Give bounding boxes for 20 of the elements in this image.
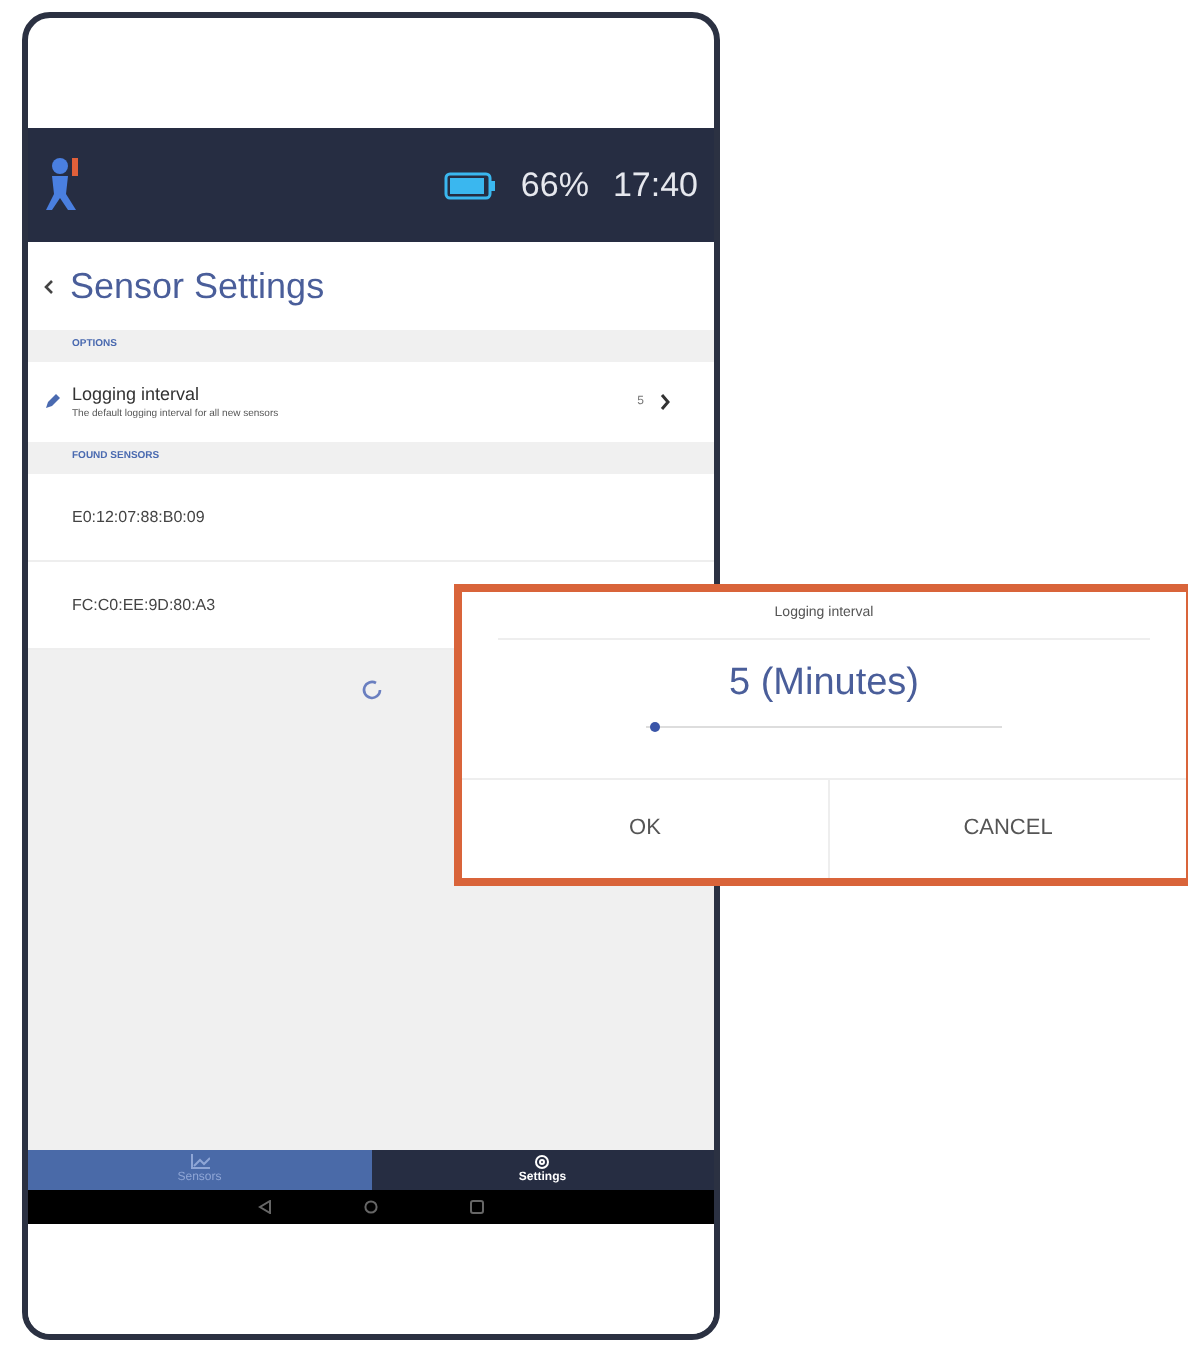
recent-apps-icon[interactable] <box>470 1200 484 1214</box>
dialog-value: 5 (Minutes) <box>728 660 920 708</box>
slider-thumb[interactable] <box>649 721 660 731</box>
home-circle-icon[interactable] <box>364 1200 378 1214</box>
dialog-button[interactable]: CANCEL <box>830 780 1186 878</box>
dialog-button[interactable]: OK <box>462 780 830 878</box>
clock-time: 17:40 <box>612 163 698 208</box>
running-figure-icon <box>44 155 84 215</box>
back-icon[interactable] <box>44 279 54 293</box>
settings-icon <box>534 1153 551 1169</box>
chart-icon <box>189 1153 210 1169</box>
battery-icon <box>444 171 497 199</box>
setting-label: Logging interval <box>72 381 202 408</box>
loading-spinner-icon <box>359 678 383 702</box>
battery-percent: 66% <box>520 163 589 208</box>
pencil-icon <box>44 394 60 410</box>
chevron-icon <box>660 394 670 410</box>
page-title: Sensor Settings <box>70 263 325 310</box>
sensor-row[interactable]: E0:12:07:88:B0:09 <box>28 474 714 562</box>
back-triangle-icon[interactable] <box>258 1200 272 1214</box>
